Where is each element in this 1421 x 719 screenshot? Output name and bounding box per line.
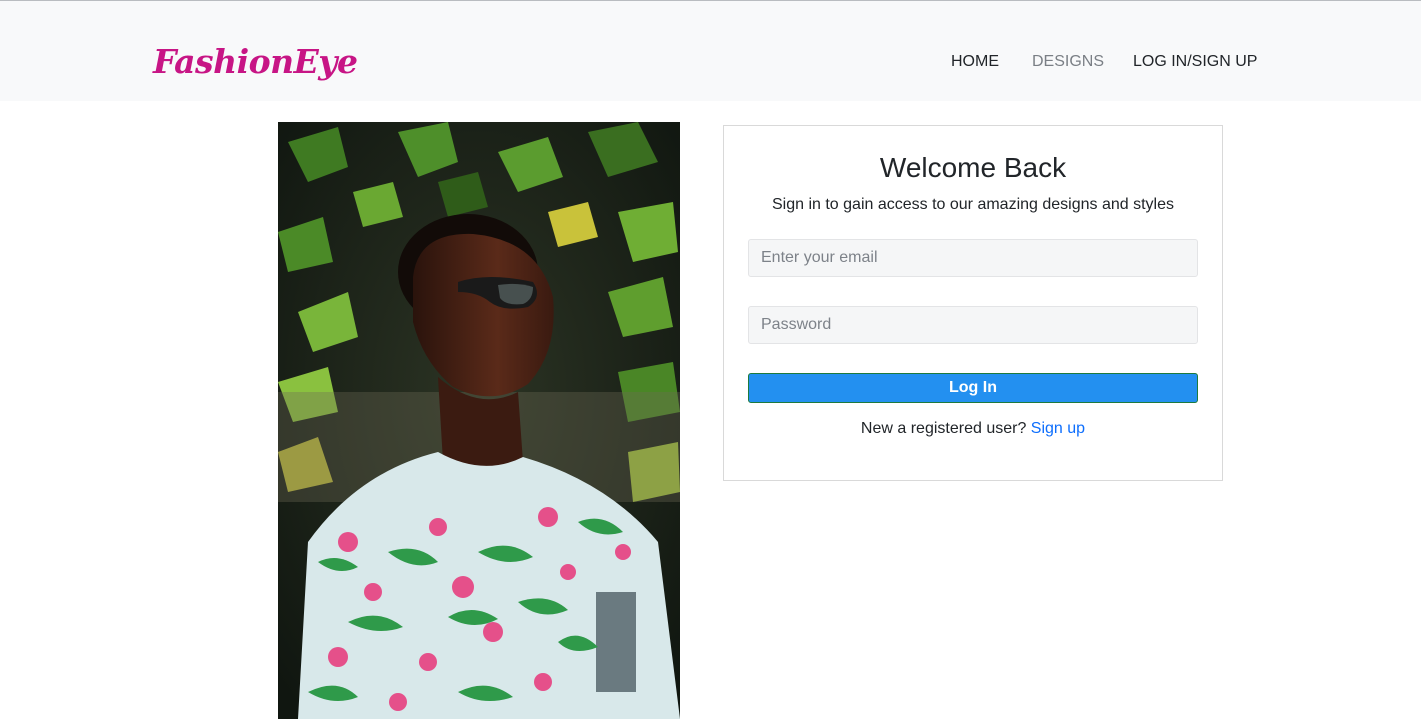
- navbar: FashionEye HOME DESIGNS LOG IN/SIGN UP: [0, 1, 1421, 101]
- login-button[interactable]: Log In: [748, 373, 1198, 403]
- nav-link-login-signup[interactable]: LOG IN/SIGN UP: [1133, 50, 1257, 74]
- login-title: Welcome Back: [879, 152, 1067, 183]
- signup-link[interactable]: Sign up: [1031, 420, 1085, 437]
- photo-illustration: [278, 122, 680, 719]
- email-field[interactable]: [748, 239, 1198, 277]
- password-field[interactable]: [748, 306, 1198, 344]
- hero-photo: [278, 122, 680, 719]
- login-subtitle: Sign in to gain access to our amazing de…: [771, 196, 1174, 213]
- signup-row: New a registered user? Sign up: [724, 418, 1222, 440]
- nav-link-designs[interactable]: DESIGNS: [1032, 50, 1104, 74]
- signup-prompt: New a registered user?: [860, 420, 1027, 437]
- nav-link-home[interactable]: HOME: [951, 50, 999, 74]
- login-card: Welcome Back Sign in to gain access to o…: [723, 125, 1223, 481]
- nav-links: HOME DESIGNS LOG IN/SIGN UP: [0, 50, 1421, 74]
